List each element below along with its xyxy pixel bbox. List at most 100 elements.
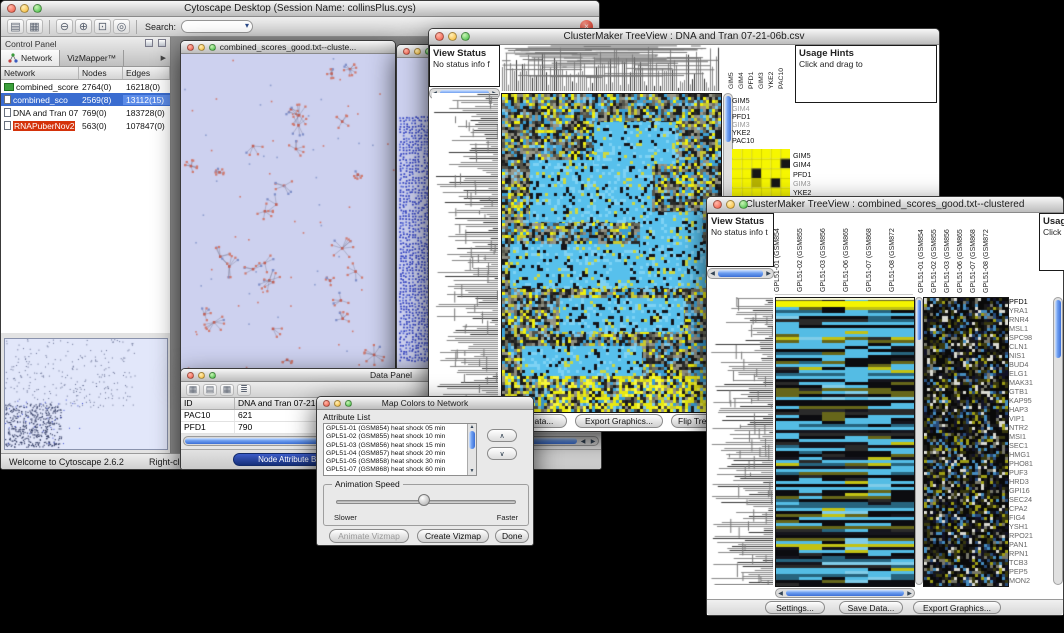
scroll-down-icon[interactable]: ▼ <box>468 468 476 475</box>
scrollbar-thumb[interactable] <box>786 590 904 596</box>
gene-label[interactable]: YRA1 <box>1009 306 1041 315</box>
column-nodes[interactable]: Nodes <box>79 67 123 79</box>
network-row[interactable]: RNAPuberNov2 563(0) 107847(0) <box>1 119 170 132</box>
tab-network[interactable]: Network <box>1 50 60 66</box>
minimize-icon[interactable] <box>20 4 29 13</box>
gene-label[interactable]: MSL1 <box>1009 324 1041 333</box>
gene-label[interactable]: NIS1 <box>1009 351 1041 360</box>
maximize-icon[interactable] <box>209 372 216 379</box>
done-button[interactable]: Done <box>495 529 529 543</box>
attribute-item[interactable]: GPL51-04 (GSM857) heat shock 20 min <box>326 450 465 458</box>
treeview2-titlebar[interactable]: ClusterMaker TreeView : combined_scores_… <box>707 197 1063 213</box>
dialog-titlebar[interactable]: Map Colors to Network <box>317 397 533 410</box>
network-overview-thumbnail[interactable] <box>4 338 168 450</box>
treeview1-titlebar[interactable]: ClusterMaker TreeView : DNA and Tran 07-… <box>429 29 939 45</box>
column-network[interactable]: Network <box>1 67 79 79</box>
minimize-icon[interactable] <box>198 372 205 379</box>
gene-label[interactable]: PEP5 <box>1009 567 1041 576</box>
gene-label[interactable]: CPA2 <box>1009 504 1041 513</box>
export-graphics-button[interactable]: Export Graphics... <box>913 601 1001 614</box>
create-attribute-icon[interactable]: ▤ <box>203 384 217 396</box>
gene-label[interactable]: HAP3 <box>1009 405 1041 414</box>
scroll-right-icon[interactable]: ▶ <box>764 269 773 278</box>
minimize-icon[interactable] <box>448 32 457 41</box>
zoom-selected-icon[interactable]: ◎ <box>113 19 130 34</box>
row-dendrogram[interactable] <box>432 93 498 403</box>
attribute-item[interactable]: GPL51-03 (GSM856) heat shock 15 min <box>326 442 465 450</box>
gene-label[interactable]: SPC98 <box>1009 333 1041 342</box>
gene-label[interactable]: BUD4 <box>1009 360 1041 369</box>
close-icon[interactable] <box>323 400 330 407</box>
minimize-icon[interactable] <box>726 200 735 209</box>
select-attributes-icon[interactable]: ▦ <box>186 384 200 396</box>
gene-label[interactable]: TCB3 <box>1009 558 1041 567</box>
row-dendrogram[interactable] <box>709 297 773 585</box>
network-row[interactable]: DNA and Tran 07 769(0) 183728(0) <box>1 106 170 119</box>
gene-label[interactable]: MAK31 <box>1009 378 1041 387</box>
scrollbar-thumb[interactable] <box>1055 300 1061 358</box>
maximize-icon[interactable] <box>461 32 470 41</box>
gene-label[interactable]: KAP95 <box>1009 396 1041 405</box>
gene-label[interactable]: SEC24 <box>1009 495 1041 504</box>
maximize-icon[interactable] <box>739 200 748 209</box>
close-icon[interactable] <box>403 48 410 55</box>
delete-attribute-icon[interactable]: ▦ <box>220 384 234 396</box>
gene-label[interactable]: PHO81 <box>1009 459 1041 468</box>
float-panel-icon[interactable] <box>145 39 153 47</box>
move-up-button[interactable]: ∧ <box>487 429 517 442</box>
scrollbar-thumb[interactable] <box>917 300 921 340</box>
attribute-item[interactable]: GPL51-05 (GSM858) heat shock 30 min <box>326 458 465 466</box>
gene-label[interactable]: CLN1 <box>1009 342 1041 351</box>
close-icon[interactable] <box>435 32 444 41</box>
close-icon[interactable] <box>187 44 194 51</box>
maximize-icon[interactable] <box>209 44 216 51</box>
gene-label[interactable]: PAN1 <box>1009 540 1041 549</box>
save-icon[interactable]: ▦ <box>26 19 43 34</box>
column-edges[interactable]: Edges <box>123 67 170 79</box>
gene-label[interactable]: PFD1 <box>793 170 827 179</box>
vertical-scrollbar[interactable] <box>915 297 923 585</box>
scroll-left-icon[interactable]: ◀ <box>708 269 717 278</box>
gene-label[interactable]: RPO21 <box>1009 531 1041 540</box>
gene-label[interactable]: RPN1 <box>1009 549 1041 558</box>
combo-arrow-icon[interactable]: ▾ <box>245 21 249 30</box>
save-data-button[interactable]: Save Data... <box>839 601 903 614</box>
vertical-scrollbar[interactable]: ▲ ▼ <box>467 424 476 475</box>
gene-label[interactable]: RNR4 <box>1009 315 1041 324</box>
main-titlebar[interactable]: Cytoscape Desktop (Session Name: collins… <box>1 1 599 17</box>
attribute-item[interactable]: GPL51-01 (GSM854) heat shock 05 min <box>326 425 465 433</box>
network-row[interactable]: combined_scores 2764(0) 16218(0) <box>1 80 170 93</box>
settings-button[interactable]: Settings... <box>765 601 825 614</box>
heatmap-zoom-canvas[interactable] <box>776 298 914 586</box>
speed-slider-thumb[interactable] <box>418 494 430 506</box>
horizontal-scrollbar[interactable]: ◀ ▶ <box>707 268 774 279</box>
move-down-button[interactable]: ∨ <box>487 447 517 460</box>
horizontal-scrollbar[interactable]: ◀ ▶ <box>775 588 915 598</box>
zoom-fit-icon[interactable]: ⊡ <box>94 19 111 34</box>
gene-label[interactable]: GPI16 <box>1009 486 1041 495</box>
gene-label[interactable]: GTB1 <box>1009 387 1041 396</box>
attribute-item[interactable]: GPL51-02 (GSM855) heat shock 10 min <box>326 433 465 441</box>
scroll-left-icon[interactable]: ◀ <box>776 589 785 597</box>
gene-label[interactable]: HMG1 <box>1009 450 1041 459</box>
attribute-list[interactable]: GPL51-01 (GSM854) heat shock 05 minGPL51… <box>323 423 477 476</box>
gene-label[interactable]: YSH1 <box>1009 522 1041 531</box>
create-vizmap-button[interactable]: Create Vizmap <box>417 529 489 543</box>
zoom-in-icon[interactable]: ⊕ <box>75 19 92 34</box>
gene-label[interactable]: PUF3 <box>1009 468 1041 477</box>
scroll-left-icon[interactable]: ◀ <box>578 437 588 445</box>
scroll-up-icon[interactable]: ▲ <box>468 424 476 431</box>
tab-overflow-arrow-icon[interactable]: ▶ <box>157 50 170 66</box>
network-row[interactable]: combined_sco 2569(8) 13112(15) <box>1 93 170 106</box>
gene-label[interactable]: GIM5 <box>793 151 827 160</box>
gene-label[interactable]: MON2 <box>1009 576 1041 585</box>
scroll-right-icon[interactable]: ▶ <box>588 437 598 445</box>
scrollbar-thumb[interactable] <box>469 431 475 449</box>
gene-label[interactable]: SEC1 <box>1009 441 1041 450</box>
close-icon[interactable] <box>7 4 16 13</box>
export-graphics-button[interactable]: Export Graphics... <box>575 414 663 428</box>
zoom-out-icon[interactable]: ⊖ <box>56 19 73 34</box>
close-panel-icon[interactable] <box>158 39 166 47</box>
maximize-icon[interactable] <box>345 400 352 407</box>
gene-label[interactable]: GIM4 <box>793 160 827 169</box>
